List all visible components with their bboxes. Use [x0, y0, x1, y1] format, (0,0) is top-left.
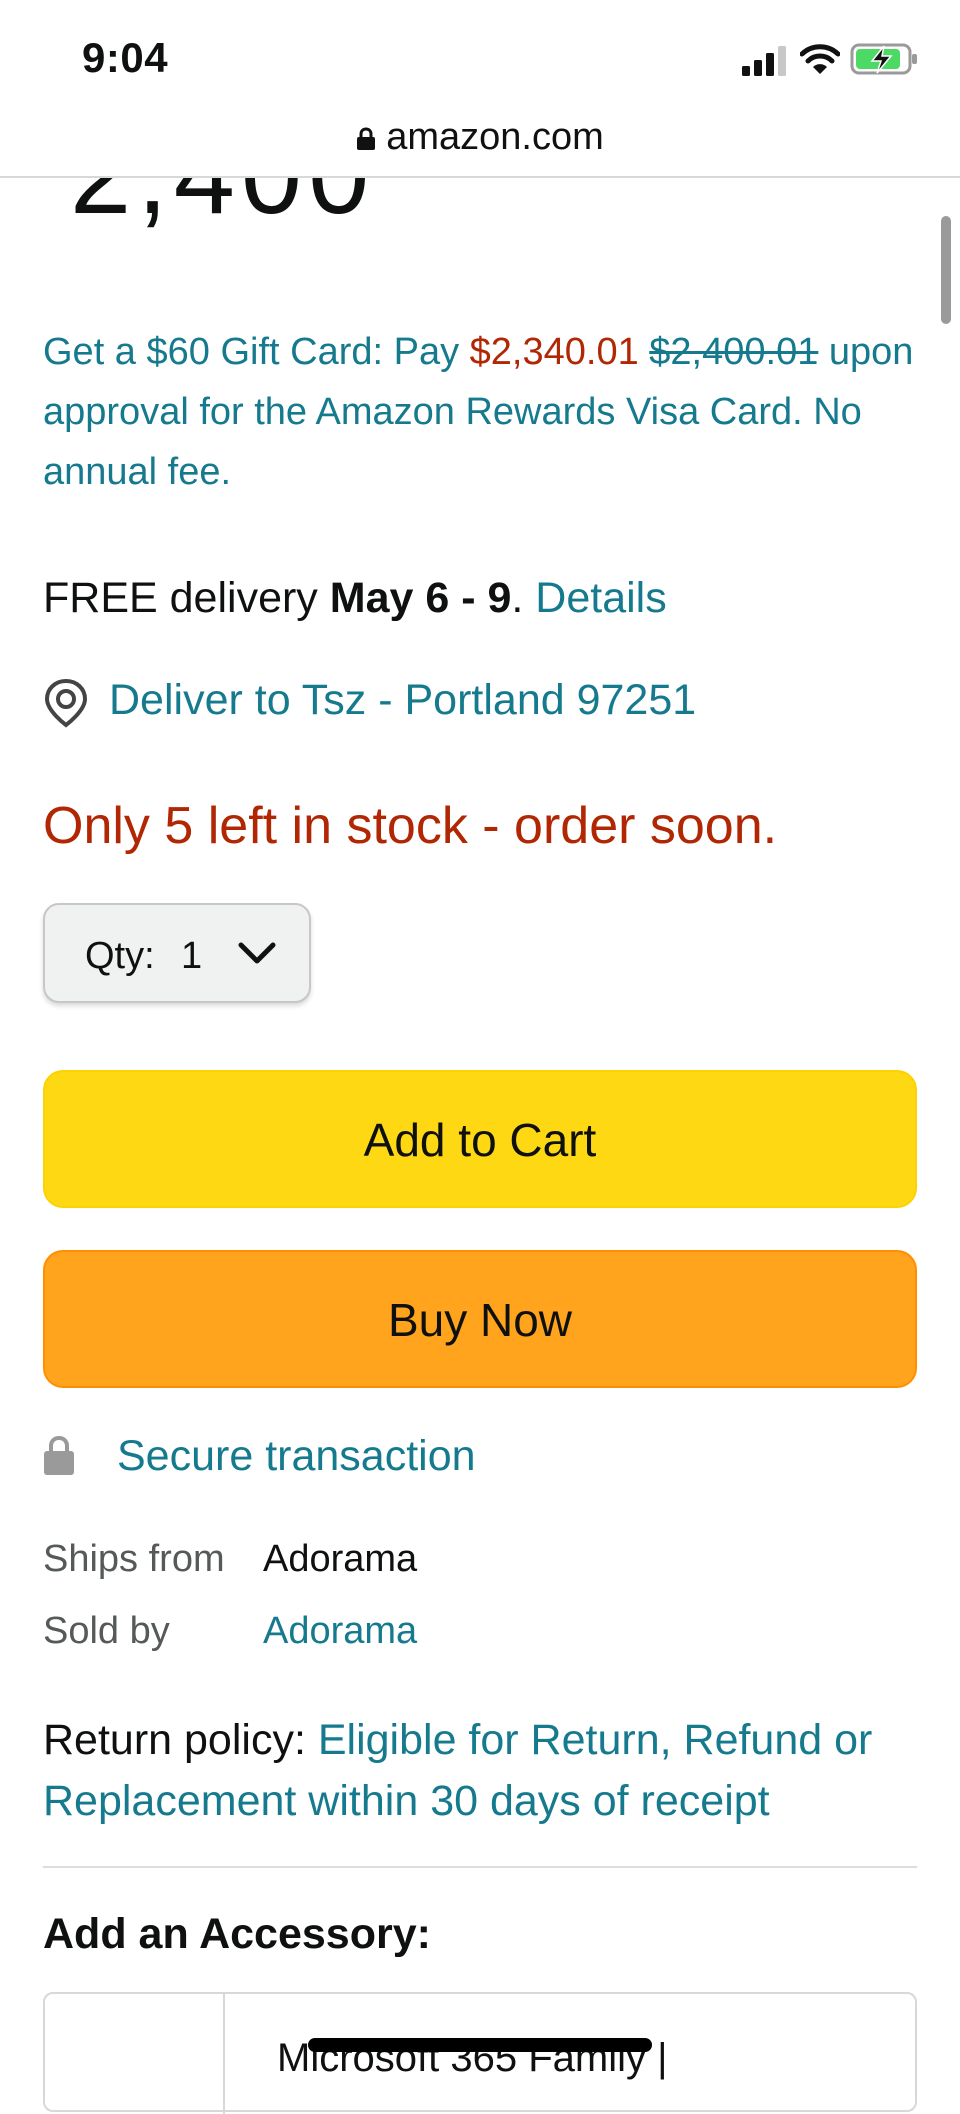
rewards-card-promo[interactable]: Get a $60 Gift Card: Pay $2,340.01 $2,40…: [43, 322, 923, 502]
add-to-cart-button[interactable]: Add to Cart: [43, 1070, 917, 1208]
quantity-label: Qty:: [85, 935, 155, 977]
return-policy: Return policy: Eligible for Return, Refu…: [43, 1710, 923, 1832]
url-text: amazon.com: [386, 116, 604, 158]
status-bar: 9:04: [0, 0, 960, 118]
url-display: amazon.com: [0, 116, 960, 159]
accessory-section-title: Add an Accessory:: [43, 1910, 431, 1958]
chevron-down-icon: [238, 942, 276, 964]
delivery-details-link[interactable]: Details: [535, 574, 666, 622]
wifi-icon: [800, 44, 840, 74]
delivery-period: .: [511, 574, 536, 622]
browser-address-bar[interactable]: amazon.com: [0, 110, 960, 178]
delivery-date: May 6 - 9: [329, 574, 512, 622]
cellular-signal-icon: [742, 46, 786, 76]
home-indicator[interactable]: [308, 2038, 652, 2052]
sold-by-label: Sold by: [43, 1610, 170, 1652]
location-pin-icon: [44, 678, 88, 728]
ships-from-label: Ships from: [43, 1538, 225, 1580]
section-divider: [43, 1866, 917, 1868]
lock-icon: [357, 127, 376, 150]
battery-charging-icon: [850, 43, 917, 75]
promo-sale-price: $2,340.01: [469, 331, 639, 373]
deliver-to-text: Deliver to Tsz - Portland 97251: [109, 676, 697, 724]
quantity-value: 1: [181, 935, 203, 977]
promo-original-price: $2,400.01: [649, 331, 819, 373]
stock-status: Only 5 left in stock - order soon.: [43, 797, 778, 855]
status-time: 9:04: [82, 34, 169, 81]
return-policy-label: Return policy:: [43, 1716, 318, 1764]
delivery-prefix: FREE delivery: [43, 574, 330, 622]
accessory-item[interactable]: Microsoft 365 Family |: [43, 1992, 917, 2114]
lock-icon: [44, 1435, 74, 1475]
delivery-info: FREE delivery May 6 - 9. Details: [43, 574, 667, 623]
accessory-checkbox-column[interactable]: [223, 1994, 225, 2114]
ships-from-value: Adorama: [263, 1538, 418, 1580]
quantity-select[interactable]: Qty: 1: [43, 903, 311, 1003]
sold-by-link[interactable]: Adorama: [263, 1610, 417, 1653]
promo-prefix: Get a $60 Gift Card: Pay: [43, 331, 470, 373]
buy-now-button[interactable]: Buy Now: [43, 1250, 917, 1388]
secure-transaction-label: Secure transaction: [117, 1432, 476, 1480]
page-scrollbar[interactable]: [941, 216, 951, 324]
